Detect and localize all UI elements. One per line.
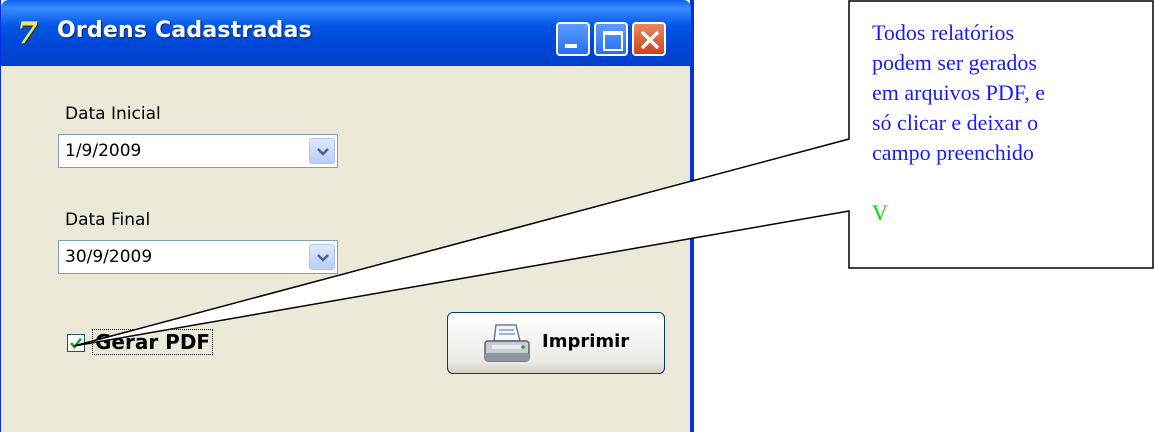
callout-line: só clicar e deixar o [872,110,1039,135]
callout-line: podem ser gerados [872,50,1037,75]
callout-line: em arquivos PDF, e [872,80,1046,105]
callout-check-mark: V [872,200,888,225]
callout-line: Todos relatórios [872,20,1015,45]
callout-text: Todos relatórios podem ser gerados em ar… [872,18,1142,168]
callout-line: campo preenchido [872,140,1034,165]
